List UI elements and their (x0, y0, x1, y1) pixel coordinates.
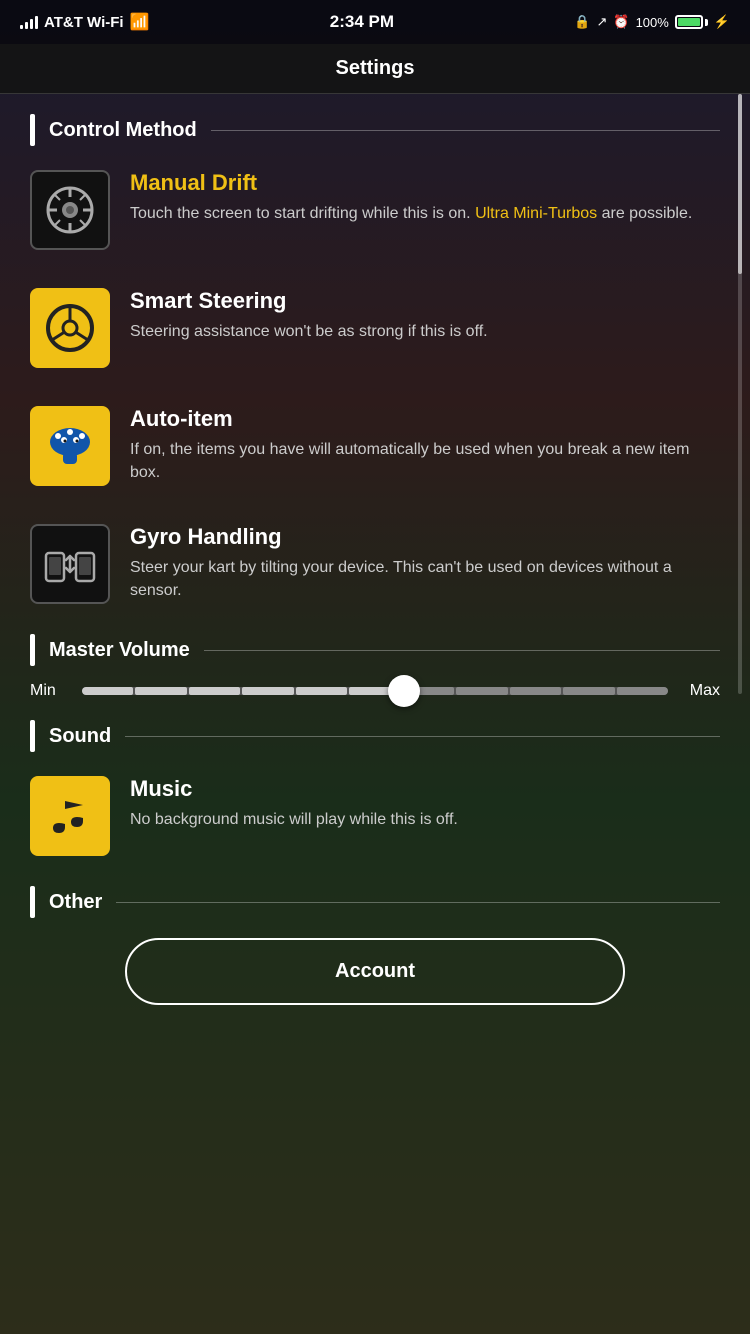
slider-seg-4 (242, 687, 293, 695)
sound-section-header: Sound (30, 720, 720, 752)
manual-drift-text: Manual Drift Touch the screen to start d… (130, 170, 720, 225)
section-indicator-4 (30, 886, 35, 918)
carrier-label: AT&T Wi-Fi (44, 14, 124, 31)
auto-item-icon (30, 406, 110, 486)
battery-percent: 100% (636, 15, 669, 30)
page-title: Settings (336, 57, 415, 80)
slider-seg-10 (563, 687, 614, 695)
volume-max-label: Max (684, 682, 720, 700)
slider-seg-5 (296, 687, 347, 695)
steering-wheel-icon (44, 302, 96, 354)
volume-slider-container: Min Max (30, 682, 720, 700)
slider-seg-2 (135, 687, 186, 695)
gyro-icon (43, 537, 97, 591)
section-indicator (30, 114, 35, 146)
gyro-handling-icon (30, 524, 110, 604)
desc-part-3: are possible. (597, 205, 692, 222)
manual-drift-desc: Touch the screen to start drifting while… (130, 202, 720, 225)
slider-seg-9 (510, 687, 561, 695)
ultra-mini-turbos-link: Ultra Mini-Turbos (475, 205, 597, 222)
smart-steering-icon (30, 288, 110, 368)
lock-icon: 🔒 (574, 14, 590, 30)
gyro-handling-name: Gyro Handling (130, 524, 720, 550)
smart-steering-text: Smart Steering Steering assistance won't… (130, 288, 720, 343)
slider-seg-11 (617, 687, 668, 695)
signal-bars-icon (20, 15, 38, 29)
music-item: Music No background music will play whil… (30, 768, 720, 864)
battery-icon (675, 15, 708, 29)
scrollbar-thumb[interactable] (738, 94, 742, 274)
slider-seg-3 (189, 687, 240, 695)
scrollbar[interactable] (738, 94, 742, 694)
section-indicator-2 (30, 634, 35, 666)
section-divider-3 (125, 736, 720, 737)
alarm-icon: ⏰ (613, 14, 629, 30)
other-title: Other (49, 891, 102, 914)
music-name: Music (130, 776, 720, 802)
sound-title: Sound (49, 725, 111, 748)
control-method-section-header: Control Method (30, 114, 720, 146)
volume-slider-thumb[interactable] (388, 675, 420, 707)
master-volume-title: Master Volume (49, 639, 190, 662)
smart-steering-desc: Steering assistance won't be as strong i… (130, 320, 720, 343)
auto-item-text: Auto-item If on, the items you have will… (130, 406, 720, 484)
auto-item-name: Auto-item (130, 406, 720, 432)
section-indicator-3 (30, 720, 35, 752)
nav-bar: Settings (0, 44, 750, 94)
auto-item-desc: If on, the items you have will automatic… (130, 438, 720, 484)
manual-drift-icon (30, 170, 110, 250)
status-right: 🔒 ↗ ⏰ 100% ⚡ (574, 14, 730, 30)
section-divider-4 (116, 902, 720, 903)
gyro-handling-text: Gyro Handling Steer your kart by tilting… (130, 524, 720, 602)
tire-icon (43, 183, 97, 237)
control-method-title: Control Method (49, 119, 197, 142)
status-bar: AT&T Wi-Fi 📶 2:34 PM 🔒 ↗ ⏰ 100% ⚡ (0, 0, 750, 44)
music-note-icon (45, 791, 95, 841)
slider-seg-8 (456, 687, 507, 695)
section-divider-2 (204, 650, 720, 651)
location-icon: ↗ (596, 14, 607, 30)
other-section-header: Other (30, 886, 720, 918)
gyro-handling-item: Gyro Handling Steer your kart by tilting… (30, 516, 720, 612)
status-left: AT&T Wi-Fi 📶 (20, 12, 150, 32)
manual-drift-name: Manual Drift (130, 170, 720, 196)
charging-icon: ⚡ (714, 14, 730, 30)
account-button[interactable]: Account (125, 938, 625, 1005)
settings-content: Control Method Manual Drift (0, 94, 750, 1055)
wifi-icon: 📶 (130, 12, 150, 32)
gyro-handling-desc: Steer your kart by tilting your device. … (130, 556, 720, 602)
smart-steering-name: Smart Steering (130, 288, 720, 314)
master-volume-section-header: Master Volume (30, 634, 720, 666)
mushroom-icon (44, 420, 96, 472)
music-desc: No background music will play while this… (130, 808, 720, 831)
smart-steering-item: Smart Steering Steering assistance won't… (30, 280, 720, 376)
volume-min-label: Min (30, 682, 66, 700)
slider-segments (82, 687, 668, 695)
volume-slider-track[interactable] (82, 687, 668, 695)
section-divider (211, 130, 720, 131)
slider-seg-1 (82, 687, 133, 695)
music-text: Music No background music will play whil… (130, 776, 720, 831)
manual-drift-item: Manual Drift Touch the screen to start d… (30, 162, 720, 258)
desc-part-1: Touch the screen to start drifting while… (130, 205, 475, 222)
clock: 2:34 PM (330, 12, 394, 32)
music-icon (30, 776, 110, 856)
auto-item-item: Auto-item If on, the items you have will… (30, 398, 720, 494)
